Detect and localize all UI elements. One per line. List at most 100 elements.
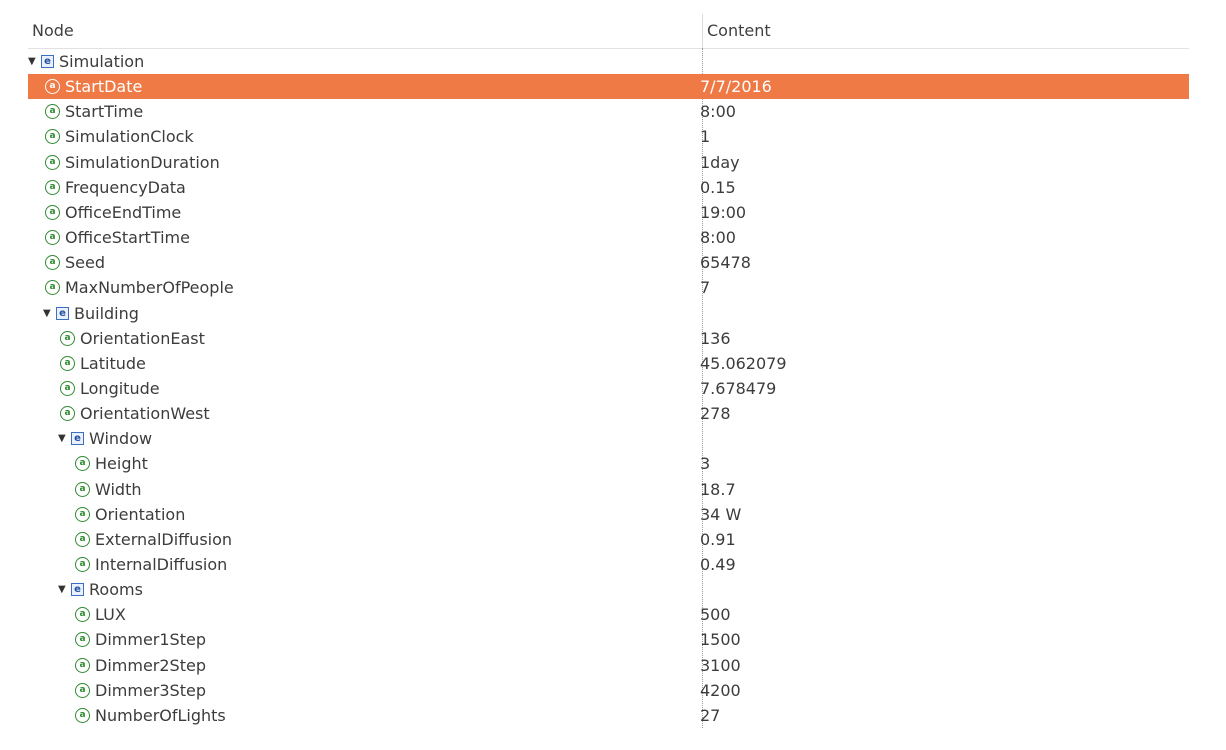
node-content-value[interactable]: 0.49 <box>700 552 736 577</box>
tree-node-attribute[interactable]: a Orientation 34 W <box>28 502 1189 527</box>
node-content-value[interactable]: 1 <box>700 124 710 149</box>
node-cell[interactable]: a StartDate <box>45 74 142 99</box>
node-content-value[interactable]: 19:00 <box>700 200 746 225</box>
node-cell[interactable]: a Dimmer2Step <box>75 653 206 678</box>
node-content-value[interactable]: 8:00 <box>700 99 736 124</box>
column-divider[interactable] <box>702 14 703 48</box>
node-cell[interactable]: a MaxNumberOfPeople <box>45 275 234 300</box>
node-content-value[interactable]: 7.678479 <box>700 376 776 401</box>
tree-node-attribute[interactable]: a Dimmer2Step 3100 <box>28 653 1189 678</box>
node-cell[interactable]: ▼ e Simulation <box>28 49 144 74</box>
tree-node-attribute[interactable]: a OrientationWest 278 <box>28 401 1189 426</box>
column-header-node[interactable]: Node <box>32 0 74 48</box>
tree-node-attribute[interactable]: a SimulationDuration 1day <box>28 150 1189 175</box>
attribute-icon: a <box>75 506 90 522</box>
attribute-icon: a <box>60 355 75 371</box>
node-content-value[interactable]: 278 <box>700 401 731 426</box>
column-header-content[interactable]: Content <box>707 0 771 48</box>
node-content-value[interactable]: 7 <box>700 275 710 300</box>
node-cell[interactable]: ▼ e Rooms <box>58 577 143 602</box>
tree-node-attribute[interactable]: a Latitude 45.062079 <box>28 351 1189 376</box>
node-cell[interactable]: a Longitude <box>60 376 160 401</box>
node-name: Simulation <box>59 52 145 71</box>
tree-node-attribute[interactable]: a ExternalDiffusion 0.91 <box>28 527 1189 552</box>
node-cell[interactable]: ▼ e Window <box>58 426 152 451</box>
attribute-icon: a <box>45 129 60 145</box>
tree-node-attribute[interactable]: a FrequencyData 0.15 <box>28 175 1189 200</box>
tree-node-attribute[interactable]: a Width 18.7 <box>28 477 1189 502</box>
node-cell[interactable]: a FrequencyData <box>45 175 186 200</box>
node-cell[interactable]: a Seed <box>45 250 105 275</box>
node-name: Seed <box>65 253 105 273</box>
node-cell[interactable]: a Height <box>75 451 148 476</box>
tree-node-attribute[interactable]: a SimulationClock 1 <box>28 124 1189 149</box>
node-cell[interactable]: a OrientationEast <box>60 326 205 351</box>
node-name: OrientationWest <box>80 404 210 424</box>
tree-node-attribute[interactable]: a OrientationEast 136 <box>28 326 1189 351</box>
expand-toggle-icon[interactable]: ▼ <box>58 584 70 595</box>
element-icon: e <box>71 432 84 446</box>
node-cell[interactable]: a LUX <box>75 602 126 627</box>
node-content-value[interactable]: 3 <box>700 451 710 476</box>
tree-node-element[interactable]: ▼ e Rooms <box>28 577 1189 602</box>
node-cell[interactable]: a OfficeStartTime <box>45 225 190 250</box>
node-content-value[interactable]: 4200 <box>700 678 741 703</box>
tree-node-attribute[interactable]: a InternalDiffusion 0.49 <box>28 552 1189 577</box>
tree-node-attribute[interactable]: a Longitude 7.678479 <box>28 376 1189 401</box>
node-cell[interactable]: a Latitude <box>60 351 146 376</box>
node-content-value[interactable]: 45.062079 <box>700 351 787 376</box>
tree-node-attribute[interactable]: a StartDate 7/7/2016 <box>28 74 1189 100</box>
node-content-value[interactable]: 1day <box>700 150 740 175</box>
tree-node-attribute[interactable]: a OfficeStartTime 8:00 <box>28 225 1189 250</box>
expand-toggle-icon[interactable]: ▼ <box>28 56 40 67</box>
expand-toggle-icon[interactable]: ▼ <box>43 308 55 319</box>
node-cell[interactable]: a OrientationWest <box>60 401 210 426</box>
node-cell[interactable]: ▼ e Building <box>43 301 139 326</box>
node-content-value[interactable]: 500 <box>700 602 731 627</box>
node-content-value[interactable]: 8:00 <box>700 225 736 250</box>
tree-node-attribute[interactable]: a Seed 65478 <box>28 250 1189 275</box>
node-content-value[interactable]: 65478 <box>700 250 751 275</box>
node-content-value[interactable]: 7/7/2016 <box>700 74 772 99</box>
node-name: Building <box>74 303 139 323</box>
tree-node-element[interactable]: ▼ e Simulation <box>28 49 1189 74</box>
node-cell[interactable]: a StartTime <box>45 99 143 124</box>
node-cell[interactable]: a InternalDiffusion <box>75 552 227 577</box>
tree-node-attribute[interactable]: a MaxNumberOfPeople 7 <box>28 275 1189 300</box>
node-cell[interactable]: a Width <box>75 477 141 502</box>
node-content-value[interactable]: 0.91 <box>700 527 736 552</box>
tree-node-attribute[interactable]: a Dimmer3Step 4200 <box>28 678 1189 703</box>
tree-node-attribute[interactable]: a LUX 500 <box>28 602 1189 627</box>
node-name: Width <box>95 479 142 499</box>
tree-node-attribute[interactable]: a StartTime 8:00 <box>28 99 1189 124</box>
attribute-icon: a <box>45 79 60 95</box>
node-content-value[interactable]: 0.15 <box>700 175 736 200</box>
node-cell[interactable]: a ExternalDiffusion <box>75 527 232 552</box>
node-content-value[interactable]: 1500 <box>700 627 741 652</box>
node-cell[interactable]: a NumberOfLights <box>75 703 226 728</box>
tree-node-attribute[interactable]: a NumberOfLights 27 <box>28 703 1189 728</box>
tree-node-attribute[interactable]: a Dimmer1Step 1500 <box>28 627 1189 652</box>
tree-node-element[interactable]: ▼ e Building <box>28 301 1189 326</box>
node-cell[interactable]: a Dimmer3Step <box>75 678 206 703</box>
node-name: NumberOfLights <box>95 705 226 725</box>
tree-node-element[interactable]: ▼ e Window <box>28 426 1189 451</box>
node-cell[interactable]: a SimulationClock <box>45 124 194 149</box>
attribute-icon: a <box>45 230 60 246</box>
attribute-icon: a <box>45 154 60 170</box>
node-content-value[interactable]: 18.7 <box>700 477 736 502</box>
tree-node-attribute[interactable]: a Height 3 <box>28 451 1189 476</box>
node-content-value[interactable]: 27 <box>700 703 720 728</box>
element-icon: e <box>71 583 84 597</box>
node-cell[interactable]: a OfficeEndTime <box>45 200 181 225</box>
node-content-value[interactable]: 34 W <box>700 502 741 527</box>
tree-node-attribute[interactable]: a OfficeEndTime 19:00 <box>28 200 1189 225</box>
expand-toggle-icon[interactable]: ▼ <box>58 433 70 444</box>
node-content-value[interactable]: 136 <box>700 326 731 351</box>
node-cell[interactable]: a Orientation <box>75 502 185 527</box>
node-content-value[interactable]: 3100 <box>700 653 741 678</box>
node-name: Orientation <box>95 504 186 524</box>
node-cell[interactable]: a Dimmer1Step <box>75 627 206 652</box>
node-cell[interactable]: a SimulationDuration <box>45 150 220 175</box>
tree-header: Node Content <box>28 0 1189 49</box>
